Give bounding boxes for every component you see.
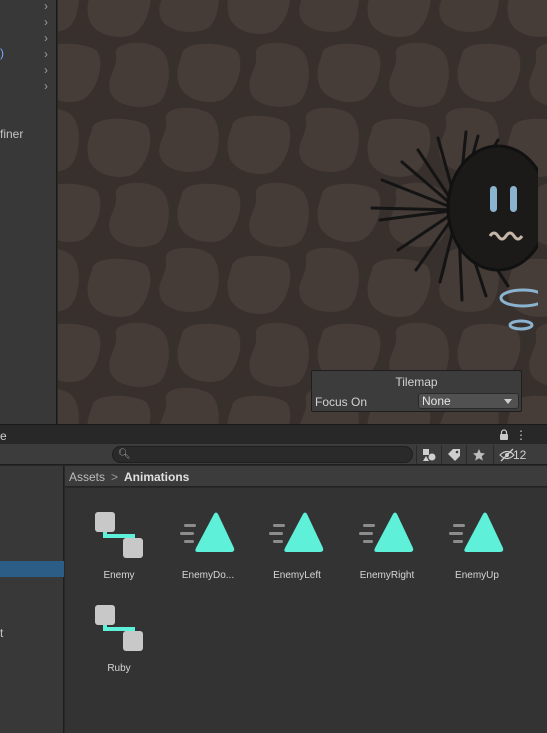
project-tab-bar: e ⋮ [0,424,547,444]
focus-on-dropdown[interactable]: None [418,393,519,409]
dropdown-arrow-icon [504,399,512,404]
asset-name: Enemy [103,570,135,581]
project-toolbar: 🔍︎ 12 [0,444,547,465]
breadcrumb-animations[interactable]: Animations [124,470,189,484]
animation-clip-icon [269,512,324,552]
asset-name: EnemyUp [455,570,499,581]
chevron-right-icon[interactable]: › [44,32,54,44]
tilemap-overlay-title: Tilemap [395,375,438,389]
project-tab-label[interactable]: e [0,429,7,443]
animator-controller-icon [95,605,143,651]
tilemap-overlay-panel: Tilemap Focus On None [311,370,522,412]
chevron-right-icon[interactable]: › [44,16,54,28]
project-folder-tree: t [0,466,64,733]
breadcrumb-assets[interactable]: Assets [69,470,105,484]
asset-item-enemy[interactable]: Enemy [75,494,163,581]
animator-controller-icon [95,512,143,558]
asset-item-enemyup[interactable]: EnemyUp [433,494,521,581]
chevron-right-icon[interactable]: › [44,48,54,60]
search-by-type-icon [423,449,436,461]
search-by-label-button[interactable] [441,445,466,464]
asset-item-enemyleft[interactable]: EnemyLeft [253,494,341,581]
search-icon: 🔍︎ [118,449,131,460]
focus-on-value: None [422,394,451,408]
hierarchy-item-label[interactable]: finer [0,127,23,141]
animation-clip-icon [180,512,235,552]
asset-name: EnemyRight [359,570,415,581]
animation-clip-icon [449,512,504,552]
unity-editor: › › › › › › ) finer Tilemap Focus On Non… [0,0,547,733]
hidden-count: 12 [513,448,527,462]
chevron-right-icon[interactable]: › [44,80,54,92]
selected-folder-row[interactable] [0,561,64,577]
hierarchy-panel: › › › › › › ) finer [0,0,57,424]
search-input[interactable]: 🔍︎ [112,446,413,463]
asset-item-enemyright[interactable]: EnemyRight [343,494,431,581]
search-by-type-button[interactable] [416,445,441,464]
asset-item-enemydown[interactable]: EnemyDo... [164,494,252,581]
focus-on-label: Focus On [315,395,368,409]
chevron-right-icon[interactable]: › [44,64,54,76]
asset-grid: Enemy EnemyDo... EnemyLeft EnemyRight En… [65,488,547,733]
hidden-packages-button[interactable]: 12 [493,445,529,464]
scene-view[interactable] [58,0,547,424]
asset-name: EnemyLeft [273,570,321,581]
breadcrumb-separator: > [111,470,119,484]
asset-name: EnemyDo... [181,570,235,581]
chevron-right-icon[interactable]: › [44,0,54,12]
asset-item-ruby[interactable]: Ruby [75,587,163,674]
tag-icon [448,449,460,461]
star-icon [473,449,485,461]
lock-icon[interactable] [499,429,509,441]
asset-name: Ruby [107,663,131,674]
favorites-button[interactable] [466,445,491,464]
folder-tree-label[interactable]: t [0,626,3,640]
breadcrumb: Assets > Animations [65,466,547,487]
more-options-icon[interactable]: ⋮ [515,428,527,442]
enemy-sprite[interactable] [358,110,538,340]
animation-clip-icon [359,512,414,552]
hierarchy-item-label[interactable]: ) [0,46,4,60]
